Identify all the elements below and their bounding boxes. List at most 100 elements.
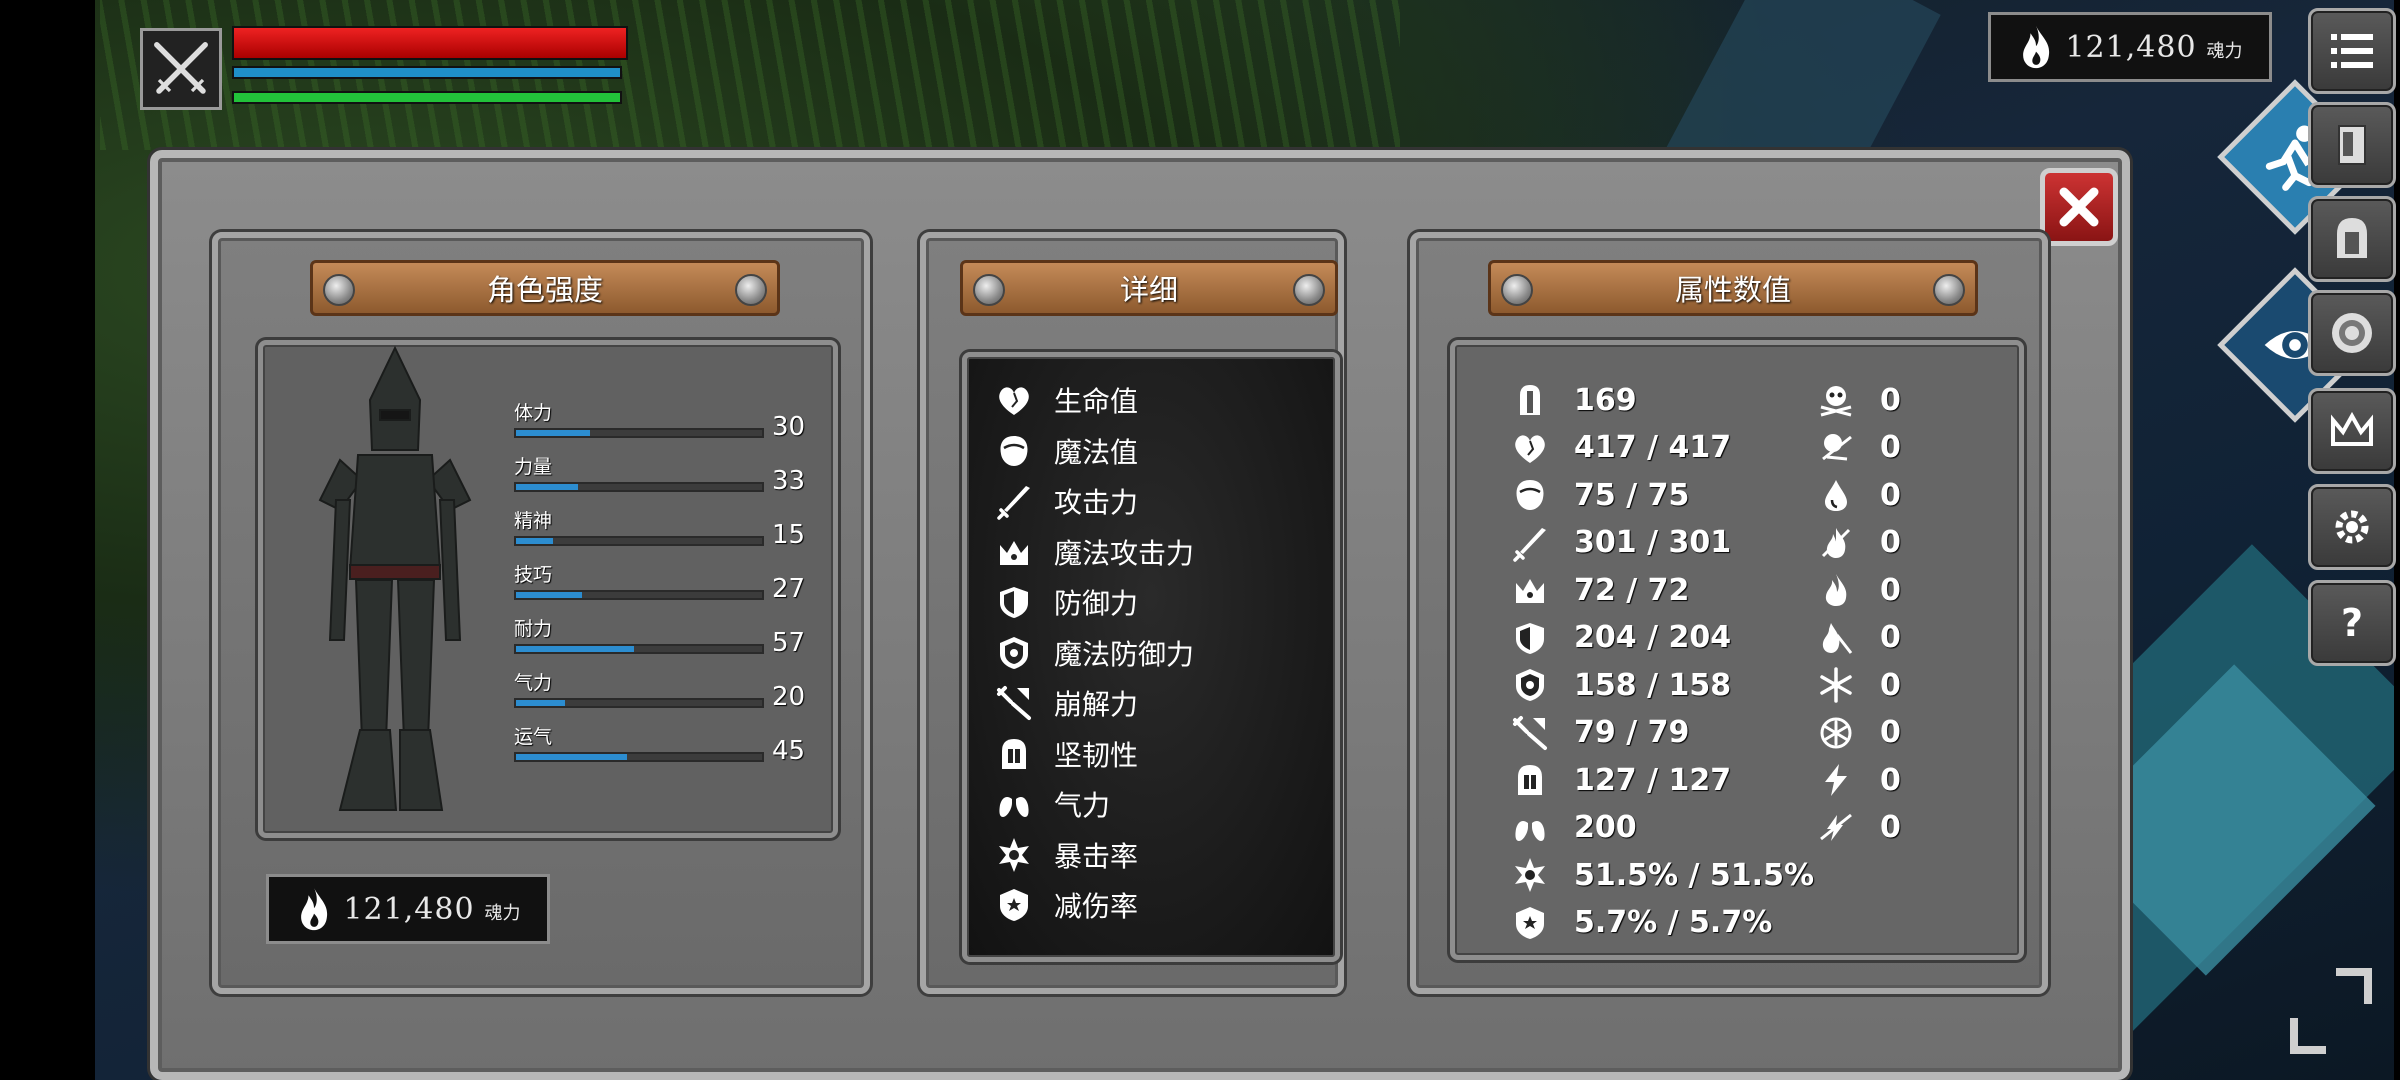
stat-row-spirit: 精神 15 (514, 506, 814, 550)
detail-icon-wrap (992, 580, 1036, 624)
resistance-row: 0 (1814, 426, 1901, 470)
lightning-icon (1825, 764, 1847, 796)
detail-icon-wrap (992, 631, 1036, 675)
resistance-row: 0 (1814, 616, 1901, 660)
resistance-row: 0 (1814, 378, 1901, 422)
detail-icon-wrap (992, 429, 1036, 473)
shield-icon (1516, 622, 1544, 654)
ranking-button[interactable] (2308, 388, 2396, 474)
helmet-icon (2337, 218, 2367, 258)
soul-unit: 魂力 (2206, 41, 2243, 62)
stat-label: 技巧 (514, 564, 553, 586)
attribute-icon-wrap (1508, 663, 1552, 707)
detail-icon-wrap (992, 530, 1036, 574)
attribute-row: 169 (1508, 378, 1637, 422)
resistance-icon-wrap (1814, 616, 1858, 660)
stat-bar (514, 698, 764, 708)
attribute-value: 200 (1574, 810, 1637, 845)
stat-bar-fill (516, 484, 578, 490)
resistance-icon-wrap (1814, 806, 1858, 850)
attribute-row: 51.5% / 51.5% (1508, 853, 1814, 897)
resistance-icon-wrap (1814, 568, 1858, 612)
close-button[interactable] (2040, 168, 2118, 246)
attribute-icon-wrap (1508, 378, 1552, 422)
fire-icon (1825, 574, 1847, 606)
resistance-value: 0 (1880, 477, 1901, 513)
stamina-bar (232, 91, 622, 104)
stat-bar (514, 752, 764, 762)
attribute-icon-wrap (1508, 711, 1552, 755)
helmet-icon (1518, 765, 1542, 795)
svg-text:?: ? (2341, 601, 2363, 645)
character-model[interactable] (300, 340, 490, 830)
stat-row-skill: 技巧 27 (514, 560, 814, 604)
sword-icon (997, 486, 1030, 520)
stat-value: 57 (772, 628, 806, 658)
stat-bar-fill (516, 592, 583, 598)
crossed-swords-icon[interactable] (140, 28, 222, 110)
resistance-row: 0 (1814, 711, 1901, 755)
detail-item: 暴击率 (992, 833, 1322, 877)
attribute-icon-wrap (1508, 806, 1552, 850)
detail-label: 魔法攻击力 (1054, 536, 1195, 570)
inventory-button[interactable] (2308, 102, 2396, 188)
resistance-row: 0 (1814, 806, 1901, 850)
detail-icon-wrap (992, 378, 1036, 422)
lungs-icon (1515, 814, 1545, 841)
detail-label: 坚韧性 (1054, 738, 1139, 772)
scroll-icon (2338, 125, 2366, 165)
detail-label: 减伤率 (1054, 890, 1139, 923)
panel-title: 属性数值 (1674, 273, 1791, 307)
help-button[interactable]: ? (2308, 580, 2396, 666)
break-icon (997, 686, 1031, 720)
detail-item: 魔法值 (992, 429, 1322, 473)
detail-item: 防御力 (992, 580, 1322, 624)
stat-row-vitality: 体力 30 (514, 398, 814, 442)
medallion-icon (2332, 313, 2372, 353)
detail-icon-wrap (992, 833, 1036, 877)
menu-button[interactable] (2308, 8, 2396, 94)
detail-label: 防御力 (1054, 587, 1139, 620)
resistance-row: 0 (1814, 473, 1901, 517)
sword-icon (1513, 527, 1546, 562)
attribute-value: 79 / 79 (1574, 715, 1690, 750)
resistance-icon-wrap (1814, 711, 1858, 755)
attribute-icon-wrap (1508, 521, 1552, 565)
attribute-value: 301 / 301 (1574, 525, 1732, 560)
resistance-row: 0 (1814, 663, 1901, 707)
detail-label: 气力 (1054, 789, 1111, 822)
attribute-icon-wrap (1508, 568, 1552, 612)
resistance-row: 0 (1814, 758, 1901, 802)
resistance-value: 0 (1880, 762, 1901, 798)
attribute-row: 75 / 75 (1508, 473, 1689, 517)
stat-bar-fill (516, 700, 566, 706)
detail-label: 魔法值 (1054, 435, 1139, 469)
stat-value: 27 (772, 574, 806, 604)
corner-bracket-icon (2290, 1018, 2326, 1054)
stat-label: 精神 (514, 510, 553, 532)
detail-item: 减伤率 (992, 883, 1322, 927)
stat-bar-fill (516, 646, 635, 652)
attribute-row: 158 / 158 (1508, 663, 1731, 707)
bleed-drop-icon (1825, 480, 1847, 511)
head-icon (1000, 435, 1028, 466)
mana-bar (232, 66, 622, 79)
equipment-button[interactable] (2308, 196, 2396, 282)
skull-icon (1820, 386, 1852, 417)
skills-button[interactable] (2308, 290, 2396, 376)
settings-button[interactable] (2308, 484, 2396, 570)
attribute-icon-wrap (1508, 853, 1552, 897)
stat-bar-fill (516, 754, 627, 760)
flame-icon (2023, 25, 2050, 69)
gear-icon (2335, 510, 2369, 544)
break-icon (1513, 715, 1547, 750)
stat-value: 15 (772, 520, 806, 550)
shield-icon (1000, 587, 1028, 618)
magic-attack-icon (1000, 540, 1028, 565)
close-icon (2059, 187, 2099, 227)
corner-bracket-icon (2336, 968, 2372, 1004)
attribute-row: 417 / 417 (1508, 426, 1731, 470)
resistance-icon-wrap (1814, 663, 1858, 707)
burn-resist-icon (1822, 622, 1853, 654)
attribute-row: 200 (1508, 806, 1637, 850)
